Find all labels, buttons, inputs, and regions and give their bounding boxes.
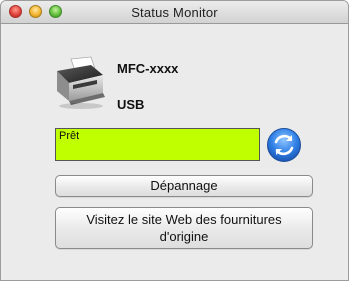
printer-icon bbox=[51, 55, 107, 111]
connection-type: USB bbox=[117, 97, 145, 112]
title-bar[interactable]: Status Monitor bbox=[1, 1, 348, 24]
window-title: Status Monitor bbox=[131, 5, 218, 20]
refresh-icon bbox=[267, 128, 301, 162]
refresh-button[interactable] bbox=[266, 127, 302, 163]
status-display: Prêt bbox=[55, 128, 260, 161]
troubleshoot-button[interactable]: Dépannage bbox=[55, 175, 313, 197]
status-text: Prêt bbox=[59, 130, 80, 142]
status-monitor-window: Status Monitor MFC-xxxx USB Prêt Dépanna… bbox=[0, 0, 349, 281]
supplies-website-button[interactable]: Visitez le site Web des fournitures d'or… bbox=[55, 207, 313, 249]
device-model: MFC-xxxx bbox=[117, 61, 179, 76]
